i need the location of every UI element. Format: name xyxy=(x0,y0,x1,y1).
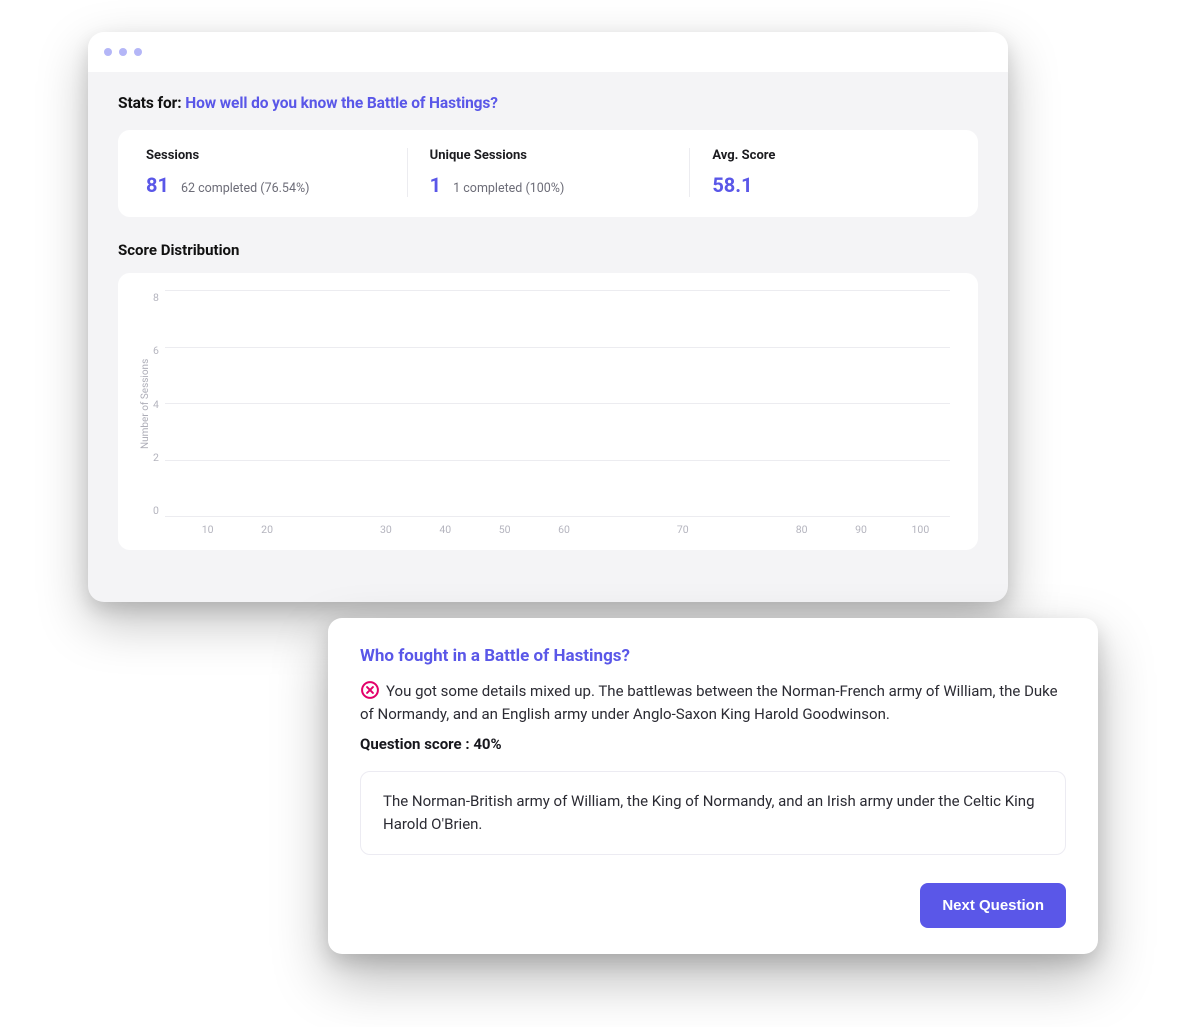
traffic-light-minimize[interactable] xyxy=(119,48,127,56)
quiz-title-link[interactable]: How well do you know the Battle of Hasti… xyxy=(185,94,498,112)
chart-plot-area xyxy=(165,291,950,517)
page-title: Stats for: How well do you know the Batt… xyxy=(118,94,978,112)
chart-x-tick: 30 xyxy=(356,523,415,536)
stat-sessions: Sessions 81 62 completed (76.54%) xyxy=(124,148,407,197)
stat-sessions-sub: 62 completed (76.54%) xyxy=(181,181,310,196)
chart-x-tick xyxy=(297,523,356,536)
question-feedback-text: You got some details mixed up. The battl… xyxy=(360,682,1058,723)
question-title: Who fought in a Battle of Hastings? xyxy=(360,646,1066,666)
stat-sessions-value: 81 xyxy=(146,173,169,197)
chart-x-ticks: 1020 30405060 70 8090100 xyxy=(158,523,950,536)
stat-unique-label: Unique Sessions xyxy=(430,148,668,163)
traffic-light-close[interactable] xyxy=(104,48,112,56)
stat-avg: Avg. Score 58.1 xyxy=(689,148,972,197)
next-question-button[interactable]: Next Question xyxy=(920,883,1066,928)
chart-x-tick: 10 xyxy=(178,523,237,536)
stat-unique-sub: 1 completed (100%) xyxy=(453,181,564,196)
stat-avg-label: Avg. Score xyxy=(712,148,950,163)
chart-x-tick xyxy=(594,523,653,536)
chart-y-ticks: 86420 xyxy=(151,291,165,517)
stat-avg-value: 58.1 xyxy=(712,173,752,197)
question-score: Question score : 40% xyxy=(360,735,1066,753)
chart-x-tick: 80 xyxy=(772,523,831,536)
question-feedback-card: Who fought in a Battle of Hastings? You … xyxy=(328,618,1098,954)
chart-x-tick: 100 xyxy=(891,523,950,536)
user-answer-box: The Norman-British army of William, the … xyxy=(360,771,1066,856)
chart-x-tick: 70 xyxy=(653,523,712,536)
incorrect-icon xyxy=(360,680,380,700)
chart-x-tick: 40 xyxy=(416,523,475,536)
chart-y-axis-label: Number of Sessions xyxy=(136,291,151,517)
stat-sessions-label: Sessions xyxy=(146,148,385,163)
distribution-header: Score Distribution xyxy=(118,241,978,259)
chart-x-tick xyxy=(713,523,772,536)
question-feedback: You got some details mixed up. The battl… xyxy=(360,680,1066,727)
stats-window: Stats for: How well do you know the Batt… xyxy=(88,32,1008,602)
chart-x-tick: 90 xyxy=(831,523,890,536)
stat-unique-value: 1 xyxy=(430,173,441,197)
stats-title-prefix: Stats for: xyxy=(118,94,185,112)
window-titlebar xyxy=(88,32,1008,72)
chart-x-tick: 60 xyxy=(534,523,593,536)
chart-x-tick: 20 xyxy=(237,523,296,536)
stats-summary: Sessions 81 62 completed (76.54%) Unique… xyxy=(118,130,978,217)
score-distribution-chart: Number of Sessions 86420 1020 30405060 70 8… xyxy=(118,273,978,550)
chart-x-tick: 50 xyxy=(475,523,534,536)
traffic-light-zoom[interactable] xyxy=(134,48,142,56)
stat-unique: Unique Sessions 1 1 completed (100%) xyxy=(407,148,690,197)
